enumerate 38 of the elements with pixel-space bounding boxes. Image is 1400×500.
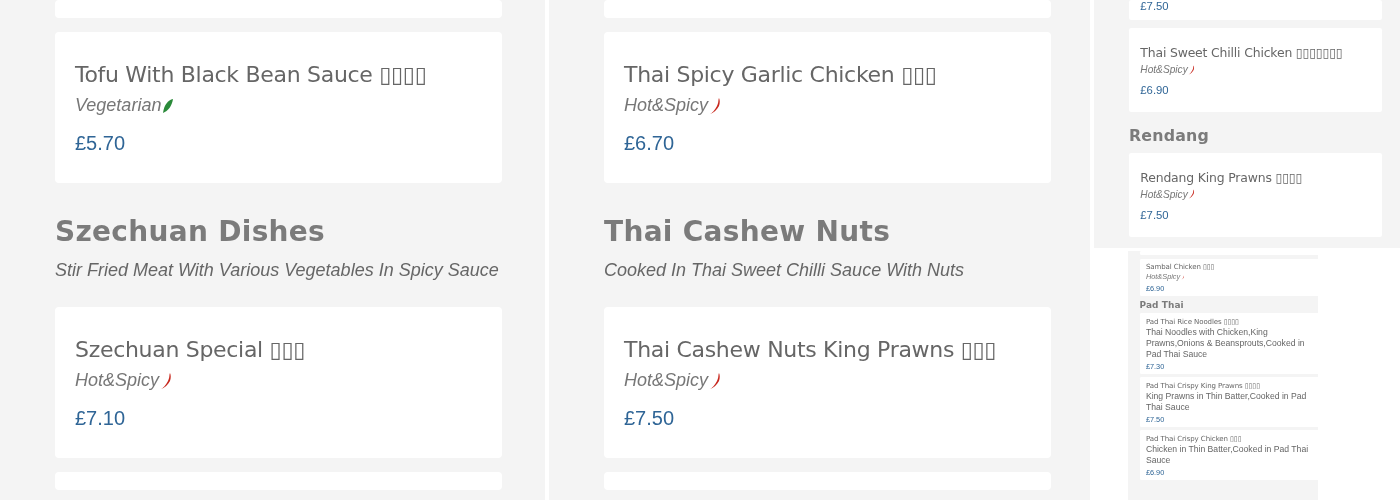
dish-name: Thai Cashew Nuts King Prawns ▯▯▯	[624, 337, 998, 362]
dish-tag: Hot&Spicy	[1140, 64, 1188, 76]
price: £5.70	[75, 132, 127, 155]
chili-pepper-icon	[1188, 189, 1196, 200]
dish-description: Chicken in Thin Batter,Cooked in Pad Thai Sauce	[1145, 444, 1310, 466]
section-heading: Rendang	[1129, 125, 1209, 145]
section-subtitle: Stir Fried Meat With Various Vegetables In Spicy Sauce	[55, 260, 499, 281]
menu-card[interactable]: Thai Cashew Nuts King Prawns ▯▯▯ Hot&Spicy £7.50	[604, 307, 1051, 458]
dish-description: King Prawns in Thin Batter,Cooked in Pad Thai Sauce	[1145, 391, 1308, 413]
menu-card[interactable]: Rendang King Prawns ▯▯▯▯ Hot&Spicy £7.50	[1129, 152, 1382, 237]
chili-pepper-icon	[1180, 274, 1185, 280]
menu-card[interactable]: Szechuan Special ▯▯▯ Hot&Spicy £7.10	[55, 307, 502, 458]
dish-name: Rendang King Prawns ▯▯▯▯	[1140, 169, 1304, 185]
price: £7.50	[1140, 0, 1170, 12]
section-heading: Thai Cashew Nuts	[604, 215, 891, 248]
section-heading: Szechuan Dishes	[55, 215, 326, 248]
dish-name: Szechuan Special ▯▯▯	[75, 337, 307, 362]
section-subtitle: Cooked In Thai Sweet Chilli Sauce With Nuts	[604, 260, 964, 281]
chili-pepper-icon	[1188, 64, 1196, 75]
dish-description: Thai Noodles with Chicken,King Prawns,Onions & Beansprouts,Cooked in Pad Thai Sauce	[1145, 327, 1306, 360]
dish-tag: Hot&Spicy	[75, 370, 160, 391]
price: £7.50	[1140, 209, 1170, 222]
dish-tag: Hot&Spicy	[624, 95, 709, 116]
price: £6.90	[1140, 84, 1170, 97]
price: £7.10	[75, 407, 127, 430]
menu-card[interactable]: Tofu With Black Bean Sauce ▯▯▯▯ Vegetarian £5.70	[55, 32, 502, 183]
dish-tag: Hot&Spicy	[1140, 189, 1188, 200]
section-heading: Pad Thai	[1139, 300, 1184, 311]
dish-tag: Hot&Spicy	[624, 370, 709, 391]
dish-name: Thai Spicy Garlic Chicken ▯▯▯	[624, 62, 938, 87]
menu-card[interactable]: Thai Sweet Chilli Chicken ▯▯▯▯▯▯▯ Hot&Spicy £6.90	[1129, 27, 1382, 113]
leaf-icon	[162, 96, 175, 115]
dish-name: Thai Sweet Chilli Chicken ▯▯▯▯▯▯▯	[1140, 44, 1344, 60]
menu-card[interactable]: Thai Spicy Garlic Chicken ▯▯▯ Hot&Spicy £6.70	[604, 32, 1051, 183]
dish-name: Tofu With Black Bean Sauce ▯▯▯▯	[75, 62, 428, 87]
price: £6.70	[624, 132, 676, 155]
price: £7.50	[624, 407, 676, 430]
dish-tag: Vegetarian	[75, 95, 162, 116]
